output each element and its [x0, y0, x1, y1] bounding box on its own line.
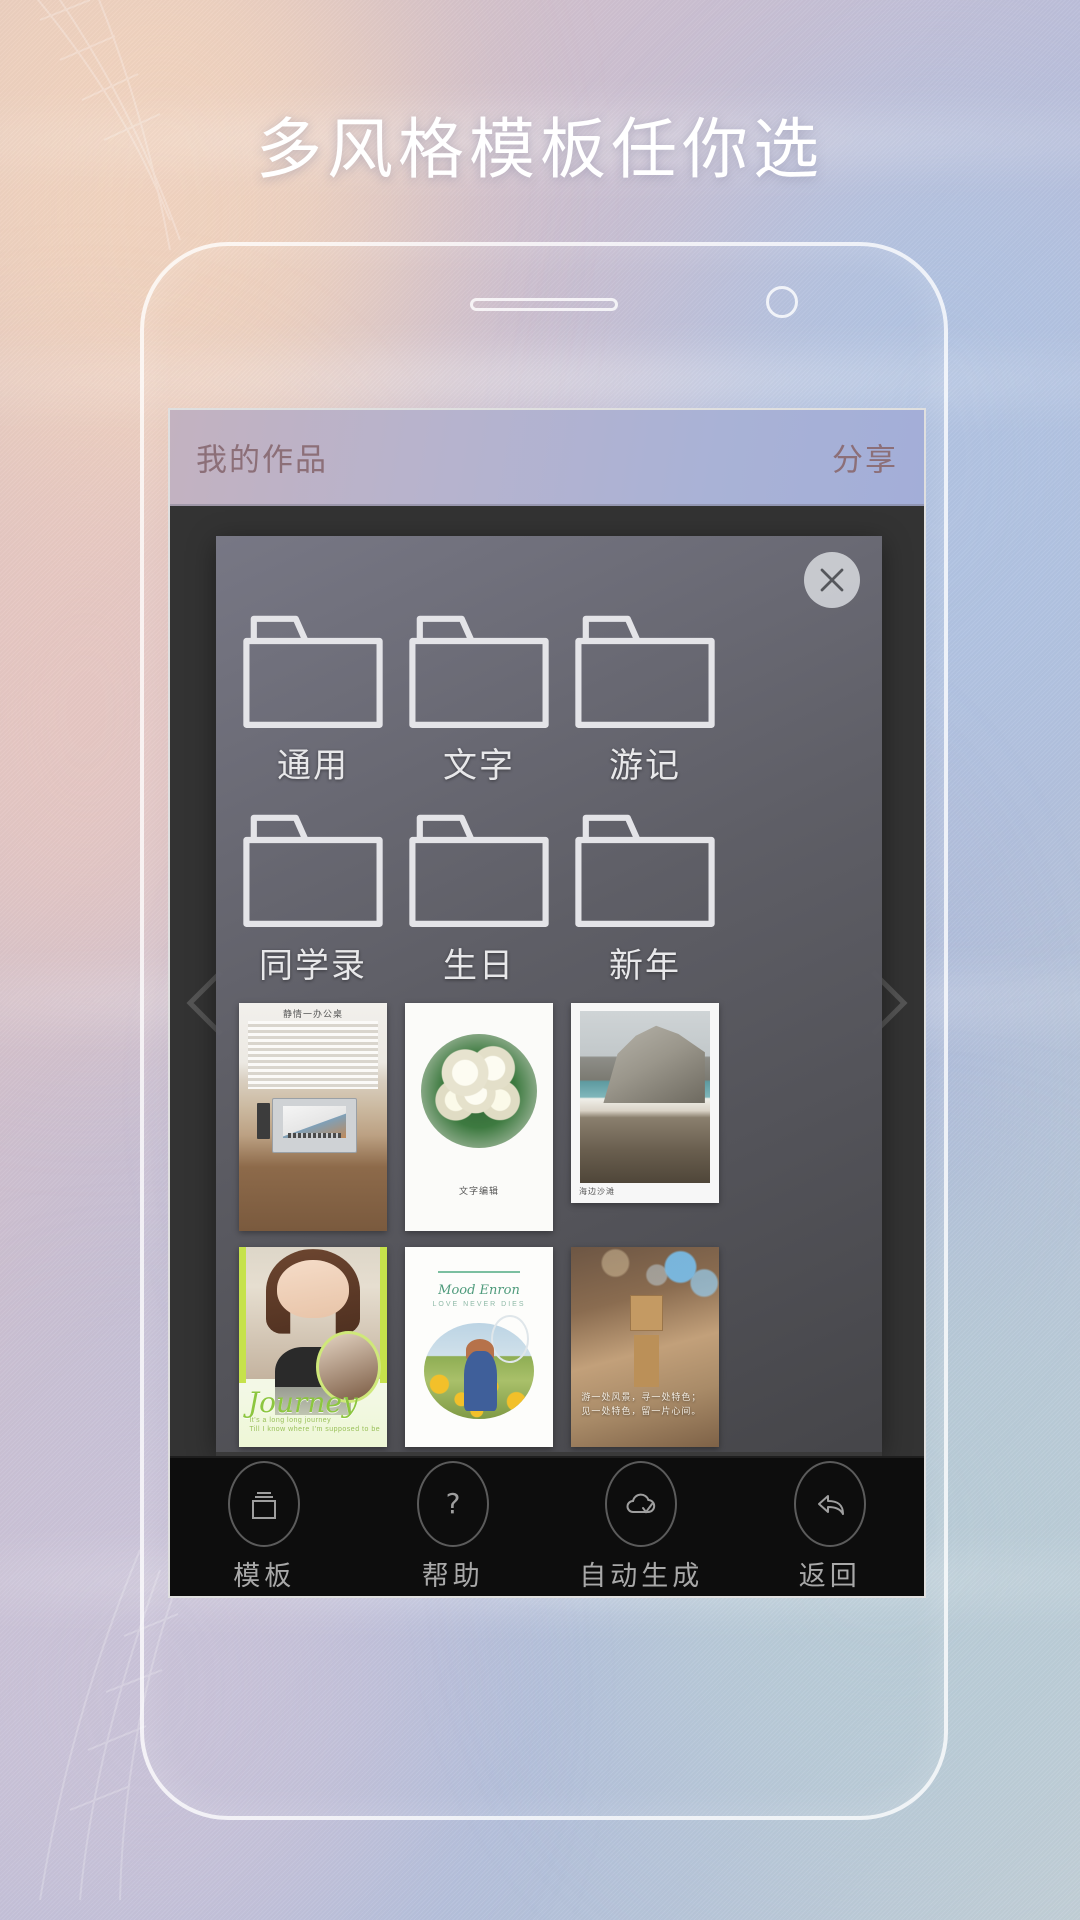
folder-label: 文字 — [443, 746, 515, 787]
template-item[interactable]: Mood Enron LOVE NEVER DIES — [396, 1241, 562, 1457]
template-subtitle: LOVE NEVER DIES — [432, 1300, 526, 1308]
question-mark-icon: ? — [416, 1461, 489, 1547]
template-thumbnail: 海边沙滩 — [571, 1002, 719, 1203]
folder-icon — [571, 604, 719, 732]
toolbar-item-template[interactable]: 模板 — [170, 1461, 359, 1593]
phone-mockup: 我的作品 分享 通用 文字 游记 同学录 生日 新年 静情一办公桌 文字编辑 海… — [140, 242, 948, 1820]
template-artwork: 游一处风景，寻一处特色； 见一处特色，留一片心间。 — [571, 1246, 719, 1447]
template-grid: 通用 文字 游记 同学录 生日 新年 静情一办公桌 文字编辑 海边沙滩 Jour… — [216, 598, 882, 1598]
template-artwork — [239, 1002, 387, 1231]
folder-label: 生日 — [443, 945, 515, 986]
template-text: 游一处风景，寻一处特色； 见一处特色，留一片心间。 — [581, 1391, 702, 1417]
template-item[interactable]: 静情一办公桌 — [230, 997, 396, 1241]
toolbar-label: 模板 — [233, 1561, 296, 1592]
folder-item[interactable]: 生日 — [396, 797, 562, 996]
close-glyph — [820, 568, 844, 592]
folder-item[interactable]: 文字 — [396, 598, 562, 797]
template-artwork — [571, 1002, 719, 1203]
folder-icon — [405, 604, 553, 732]
folder-label: 通用 — [277, 746, 349, 787]
folder-icon — [239, 604, 387, 732]
template-word: Journey — [247, 1385, 358, 1419]
template-item[interactable]: Journey It's a long long journey Till I … — [230, 1241, 396, 1457]
toolbar-label: 自动生成 — [579, 1561, 704, 1592]
page-title: 多风格模板任你选 — [256, 111, 824, 188]
toolbar-label: 帮助 — [421, 1561, 484, 1592]
template-stack-icon — [228, 1461, 301, 1547]
folder-icon — [239, 803, 387, 931]
svg-text:?: ? — [445, 1487, 460, 1520]
folder-label: 同学录 — [259, 945, 367, 986]
template-picker-panel: 通用 文字 游记 同学录 生日 新年 静情一办公桌 文字编辑 海边沙滩 Jour… — [216, 536, 882, 1596]
editor-stage: 通用 文字 游记 同学录 生日 新年 静情一办公桌 文字编辑 海边沙滩 Jour… — [170, 506, 924, 1596]
share-button[interactable]: 分享 — [832, 435, 898, 480]
toolbar-item-auto-generate[interactable]: 自动生成 — [547, 1461, 736, 1593]
folder-item[interactable]: 新年 — [562, 797, 728, 996]
folder-item[interactable]: 通用 — [230, 598, 396, 797]
bottom-toolbar: 模板 ? 帮助 自动生成 返回 — [170, 1456, 924, 1596]
cloud-check-icon — [605, 1461, 678, 1547]
template-thumbnail: 文字编辑 — [405, 1002, 553, 1231]
template-artwork: Journey It's a long long journey Till I … — [239, 1246, 387, 1447]
back-arrow-icon — [793, 1461, 866, 1547]
app-title: 我的作品 — [196, 442, 328, 479]
template-artwork: Mood Enron LOVE NEVER DIES — [405, 1246, 553, 1447]
template-item[interactable]: 文字编辑 — [396, 997, 562, 1241]
template-thumbnail: 游一处风景，寻一处特色； 见一处特色，留一片心间。 — [571, 1246, 719, 1447]
folder-label: 游记 — [609, 746, 681, 787]
phone-screen: 我的作品 分享 通用 文字 游记 同学录 生日 新年 静情一办公桌 文字编辑 海… — [168, 408, 926, 1598]
template-caption: 海边沙滩 — [579, 1186, 615, 1196]
folder-item[interactable]: 同学录 — [230, 797, 396, 996]
toolbar-item-back[interactable]: 返回 — [736, 1461, 925, 1593]
app-top-bar: 我的作品 分享 — [170, 410, 924, 506]
toolbar-label: 返回 — [798, 1561, 861, 1592]
template-caption: 文字编辑 — [458, 1185, 499, 1196]
template-thumbnail: 静情一办公桌 — [239, 1002, 387, 1231]
folder-icon — [571, 803, 719, 931]
speaker-grille-icon — [470, 298, 618, 311]
see-line-1: S E E — [311, 1597, 383, 1598]
toolbar-item-help[interactable]: ? 帮助 — [359, 1461, 548, 1593]
front-camera-icon — [766, 286, 798, 318]
template-item[interactable]: 游一处风景，寻一处特色； 见一处特色，留一片心间。 — [562, 1241, 728, 1457]
template-thumbnail: Mood Enron LOVE NEVER DIES — [405, 1246, 553, 1447]
template-thumbnail: Journey It's a long long journey Till I … — [239, 1246, 387, 1447]
folder-label: 新年 — [609, 945, 681, 986]
template-word-block: S E E YOU AGAIN — [311, 1597, 383, 1598]
template-subtext: It's a long long journey Till I know whe… — [249, 1417, 381, 1434]
folder-icon — [405, 803, 553, 931]
template-item[interactable]: 海边沙滩 — [562, 997, 728, 1241]
template-title: Mood Enron — [438, 1282, 520, 1298]
folder-item[interactable]: 游记 — [562, 598, 728, 797]
template-caption: 静情一办公桌 — [282, 1008, 343, 1019]
